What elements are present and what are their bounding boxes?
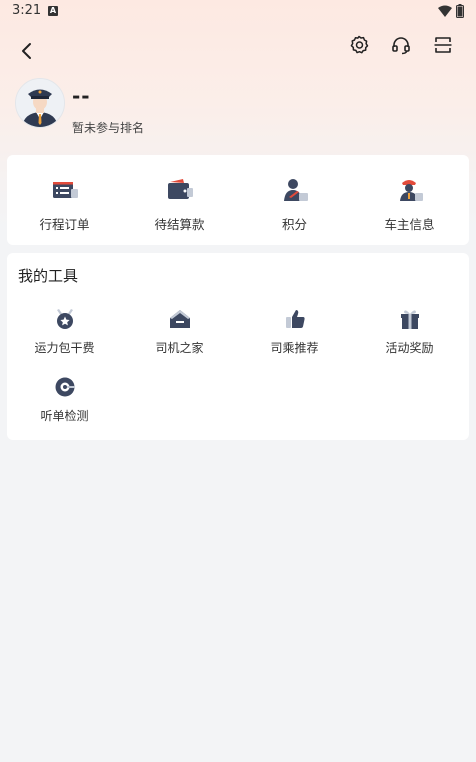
quick-item-owner-info[interactable]: 车主信息 xyxy=(352,155,467,245)
chevron-left-icon xyxy=(22,43,31,59)
status-bar: 3:21 A xyxy=(0,0,476,22)
notification-badge: A xyxy=(48,6,58,16)
tool-item-label: 司机之家 xyxy=(155,341,204,355)
headset-icon xyxy=(392,37,410,55)
quick-item-label: 待结算款 xyxy=(154,217,205,232)
status-time: 3:21 xyxy=(12,3,42,18)
tool-item-rewards[interactable]: 活动奖励 xyxy=(352,308,467,364)
quick-item-label: 行程订单 xyxy=(39,217,90,232)
user-name: -- xyxy=(72,84,91,108)
back-button[interactable] xyxy=(14,38,40,64)
tool-item-label: 活动奖励 xyxy=(385,341,434,355)
tools-title: 我的工具 xyxy=(18,267,79,285)
app-header xyxy=(0,30,476,70)
thumbs-up-icon xyxy=(285,310,305,328)
quick-item-label: 车主信息 xyxy=(384,217,435,232)
scan-button[interactable] xyxy=(430,32,456,58)
customer-service-button[interactable] xyxy=(388,32,414,58)
my-tools-card: 我的工具 运力包干费 司机之家 司乘推荐 活动奖励 听单检测 xyxy=(7,253,469,440)
profile-section: -- 暂未参与排名 xyxy=(15,78,455,138)
quick-item-label: 积分 xyxy=(281,217,307,232)
tool-item-label: 司乘推荐 xyxy=(270,341,319,355)
wifi-icon xyxy=(438,5,452,17)
gear-icon xyxy=(350,35,369,54)
quick-item-pending-settlement[interactable]: 待结算款 xyxy=(122,155,237,245)
tool-item-label: 运力包干费 xyxy=(34,341,95,355)
home-icon xyxy=(169,310,190,328)
quick-item-trip-orders[interactable]: 行程订单 xyxy=(7,155,122,245)
tool-item-order-check[interactable]: 听单检测 xyxy=(7,376,122,432)
driver-avatar-icon xyxy=(16,79,64,127)
tool-item-label: 听单检测 xyxy=(40,409,89,423)
quick-actions-card: 行程订单 待结算款 积分 车主信息 xyxy=(7,155,469,245)
ranking-status: 暂未参与排名 xyxy=(72,121,145,135)
tool-item-referral[interactable]: 司乘推荐 xyxy=(237,308,352,364)
settings-button[interactable] xyxy=(346,32,372,58)
scan-icon xyxy=(434,37,452,53)
wallet-icon xyxy=(167,179,193,199)
avatar[interactable] xyxy=(15,78,65,128)
order-list-icon xyxy=(52,182,78,198)
gift-icon xyxy=(400,310,419,329)
quick-item-points[interactable]: 积分 xyxy=(237,155,352,245)
driver-info-icon xyxy=(399,180,423,201)
status-icons xyxy=(438,4,464,18)
tool-item-capacity-fee[interactable]: 运力包干费 xyxy=(7,308,122,364)
medal-icon xyxy=(56,309,73,329)
points-user-icon xyxy=(283,179,308,201)
listen-check-icon xyxy=(55,377,75,397)
tool-item-driver-home[interactable]: 司机之家 xyxy=(122,308,237,364)
battery-icon xyxy=(456,4,464,18)
